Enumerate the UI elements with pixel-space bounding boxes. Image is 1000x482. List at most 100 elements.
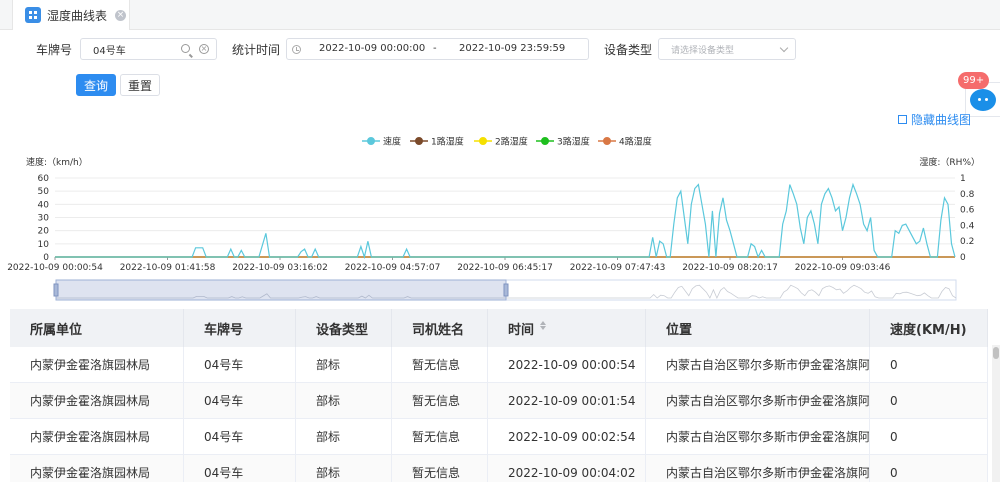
legend-label: 4路湿度 — [619, 136, 652, 148]
x-tick-label: 2022-10-09 00:00:54 — [7, 263, 103, 273]
y-tick-left: 10 — [38, 240, 50, 250]
table-cell: 内蒙伊金霍洛旗园林局 — [10, 383, 184, 418]
table-row[interactable]: 内蒙伊金霍洛旗园林局 04号车 部标 暂无信息 2022-10-09 00:01:54 内… — [10, 383, 988, 419]
column-header-label: 速度(KM/H) — [890, 322, 967, 338]
table-cell: 2022-10-09 00:01:54 — [488, 383, 646, 418]
y-tick-left: 20 — [38, 227, 50, 237]
table-cell: 04号车 — [184, 383, 296, 418]
sort-icon[interactable] — [540, 321, 547, 330]
device-type-placeholder: 请选择设备类型 — [671, 45, 735, 56]
legend-marker — [415, 137, 423, 145]
x-tick-label: 2022-10-09 06:45:17 — [457, 263, 553, 273]
table-row[interactable]: 内蒙伊金霍洛旗园林局 04号车 部标 暂无信息 2022-10-09 00:02:54 内… — [10, 419, 988, 455]
table-cell: 部标 — [296, 419, 392, 454]
column-header-label: 时间 — [508, 322, 535, 338]
y-tick-left: 50 — [38, 187, 50, 197]
search-icon[interactable] — [181, 44, 190, 53]
time-range-picker[interactable]: 2022-10-09 00:00:00 - 2022-10-09 23:59:5… — [286, 38, 589, 60]
time-separator: - — [433, 43, 437, 54]
chat-badge: 99+ — [958, 72, 990, 89]
table-cell: 2022-10-09 00:04:02 — [488, 455, 646, 482]
scroll-thumb[interactable] — [993, 347, 999, 359]
table-row[interactable]: 内蒙伊金霍洛旗园林局 04号车 部标 暂无信息 2022-10-09 00:00:54 内… — [10, 347, 988, 383]
app-grid-icon — [25, 7, 41, 23]
column-header: 所属单位 — [10, 309, 184, 347]
legend-marker — [479, 137, 487, 145]
device-type-label: 设备类型 — [604, 43, 653, 57]
x-tick-label: 2022-10-09 04:57:07 — [345, 263, 441, 273]
hide-curve-link[interactable]: 隐藏曲线图 — [898, 111, 971, 128]
legend-label: 速度 — [383, 136, 401, 148]
y-tick-left: 30 — [38, 214, 50, 224]
table-cell: 部标 — [296, 347, 392, 382]
plate-input[interactable]: 04号车 × — [80, 38, 217, 60]
column-header: 速度(KM/H) — [870, 309, 988, 347]
table-cell: 内蒙伊金霍洛旗园林局 — [10, 455, 184, 482]
column-header-label: 司机姓名 — [412, 322, 465, 338]
chat-bubble-icon — [970, 88, 996, 111]
time-end: 2022-10-09 23:59:59 — [459, 43, 566, 54]
column-header: 设备类型 — [296, 309, 392, 347]
y-tick-left: 60 — [38, 174, 50, 184]
table-cell: 内蒙古自治区鄂尔多斯市伊金霍洛旗阿勒腾 — [646, 419, 870, 454]
column-header[interactable]: 时间 — [488, 309, 646, 347]
legend-marker — [367, 137, 375, 145]
table-cell: 04号车 — [184, 347, 296, 382]
column-header: 车牌号 — [184, 309, 296, 347]
y-tick-right: 0.6 — [960, 206, 975, 216]
table-cell: 暂无信息 — [392, 455, 488, 482]
x-tick-label: 2022-10-09 03:16:02 — [232, 263, 328, 273]
y-tick-right: 0.4 — [960, 221, 975, 231]
y-axis-right-title: 湿度:（RH%） — [919, 156, 980, 168]
column-header: 位置 — [646, 309, 870, 347]
column-header-label: 车牌号 — [204, 322, 244, 338]
table-scrollbar[interactable] — [992, 345, 1000, 482]
column-header-label: 所属单位 — [30, 322, 83, 338]
plate-value: 04号车 — [93, 45, 126, 57]
reset-button[interactable]: 重置 — [120, 74, 160, 96]
close-icon[interactable]: × — [115, 9, 127, 21]
chart-toggle-icon — [898, 115, 907, 124]
device-type-select[interactable]: 请选择设备类型 — [658, 38, 796, 60]
table-cell: 04号车 — [184, 419, 296, 454]
table-cell: 2022-10-09 00:00:54 — [488, 347, 646, 382]
table-row[interactable]: 内蒙伊金霍洛旗园林局 04号车 部标 暂无信息 2022-10-09 00:04:02 内… — [10, 455, 988, 482]
data-table: 所属单位 车牌号 设备类型 司机姓名 时间 位置 速度(KM/H) 内蒙伊金霍洛旗园林局 04… — [10, 309, 988, 482]
clock-icon — [292, 45, 301, 54]
zoom-window — [55, 279, 507, 301]
table-cell: 2022-10-09 00:02:54 — [488, 419, 646, 454]
table-cell: 暂无信息 — [392, 383, 488, 418]
tab-humidity-curve[interactable]: 湿度曲线表 × — [12, 0, 130, 30]
chevron-down-icon — [779, 43, 789, 53]
clear-icon[interactable]: × — [199, 44, 209, 54]
y-tick-right: 1 — [960, 174, 966, 184]
table-cell: 部标 — [296, 383, 392, 418]
series-line — [55, 182, 956, 260]
table-body: 内蒙伊金霍洛旗园林局 04号车 部标 暂无信息 2022-10-09 00:00:54 内… — [10, 347, 988, 482]
column-header: 司机姓名 — [392, 309, 488, 347]
query-button[interactable]: 查询 — [76, 74, 116, 96]
zoom-handle-right — [503, 283, 509, 297]
table-cell: 暂无信息 — [392, 347, 488, 382]
column-header-label: 位置 — [666, 322, 693, 338]
table-cell: 内蒙伊金霍洛旗园林局 — [10, 347, 184, 382]
table-cell: 0 — [870, 455, 988, 482]
y-tick-right: 0.2 — [960, 237, 974, 247]
legend-label: 2路湿度 — [495, 136, 528, 148]
time-label: 统计时间 — [232, 43, 281, 57]
table-cell: 0 — [870, 383, 988, 418]
table-cell: 内蒙古自治区鄂尔多斯市伊金霍洛旗阿勒腾 — [646, 383, 870, 418]
table-cell: 04号车 — [184, 455, 296, 482]
table-cell: 内蒙古自治区鄂尔多斯市伊金霍洛旗阿勒腾 — [646, 347, 870, 382]
zoom-handle-left — [53, 283, 59, 297]
column-header-label: 设备类型 — [316, 322, 369, 338]
x-tick-label: 2022-10-09 07:47:43 — [570, 263, 666, 273]
table-cell: 0 — [870, 347, 988, 382]
tab-bar: 湿度曲线表 × — [0, 0, 1000, 30]
humidity-speed-chart: 速度 1路湿度 2路湿度 3路湿度 4路湿度速度:（km/h） 湿度:（RH%）01020… — [7, 136, 980, 301]
legend-marker — [603, 137, 611, 145]
table-cell: 内蒙伊金霍洛旗园林局 — [10, 419, 184, 454]
legend-label: 1路湿度 — [431, 136, 464, 148]
x-tick-label: 2022-10-09 01:41:58 — [120, 263, 216, 273]
hide-curve-label: 隐藏曲线图 — [911, 113, 972, 127]
